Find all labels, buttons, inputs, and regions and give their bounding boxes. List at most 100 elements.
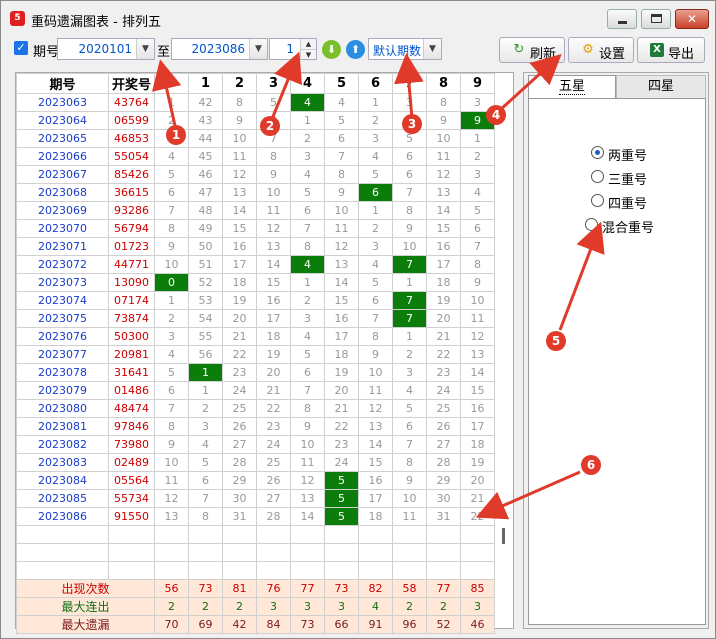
table-row[interactable]: 2023079 01486 6 1 24 21 7 20 11 4 24 15 <box>16 381 495 400</box>
table-row[interactable]: 2023072 44771 10 51 17 14 4 13 4 7 17 8 <box>16 255 495 274</box>
column-header-digit[interactable]: 5 <box>324 73 359 94</box>
draw-number-cell: 01723 <box>108 237 155 256</box>
miss-count-cell: 4 <box>358 147 393 166</box>
column-header-period[interactable]: 期号 <box>16 73 109 94</box>
to-period-select[interactable]: 2023086 ▼ <box>171 38 268 60</box>
scrollbar-thumb[interactable] <box>502 528 505 544</box>
table-row[interactable]: 2023075 73874 2 54 20 17 3 16 7 7 20 11 <box>16 309 495 328</box>
table-row[interactable]: 2023083 02489 10 5 28 25 11 24 15 8 28 19 <box>16 453 495 472</box>
miss-count-cell: 21 <box>222 327 257 346</box>
period-checkbox[interactable]: ✓ <box>14 41 28 55</box>
column-header-digit[interactable]: 9 <box>460 73 495 94</box>
count-stepper[interactable]: 1 ▲ ▼ <box>269 38 317 60</box>
miss-count-cell: 19 <box>426 291 461 310</box>
column-header-digit[interactable]: 8 <box>426 73 461 94</box>
table-row[interactable]: 2023066 55054 4 45 11 8 3 7 4 6 11 2 <box>16 147 495 166</box>
table-row[interactable]: 2023067 85426 5 46 12 9 4 8 5 6 12 3 <box>16 165 495 184</box>
table-row[interactable]: 2023080 48474 7 2 25 22 8 21 12 5 25 16 <box>16 399 495 418</box>
default-period-select[interactable]: 默认期数 ▼ <box>368 38 442 60</box>
table-row[interactable]: 2023081 97846 8 3 26 23 9 22 13 6 26 17 <box>16 417 495 436</box>
hit-cell: 1 <box>188 363 223 382</box>
stats-value: 3 <box>290 597 325 616</box>
column-header-digit[interactable]: 2 <box>222 73 257 94</box>
radio-icon <box>591 194 604 207</box>
miss-count-cell: 55 <box>188 327 223 346</box>
table-row[interactable]: 2023069 93286 7 48 14 11 6 10 1 8 14 5 <box>16 201 495 220</box>
miss-count-cell: 7 <box>392 183 427 202</box>
column-header-digit[interactable]: 4 <box>290 73 325 94</box>
miss-count-cell: 2 <box>358 111 393 130</box>
table-row[interactable]: 2023065 46853 3 44 10 7 2 6 3 5 10 1 <box>16 129 495 148</box>
table-row[interactable]: 2023073 13090 0 52 18 15 1 14 5 1 18 9 <box>16 273 495 292</box>
miss-chart-grid[interactable]: 期号 开奖号 0 1 2 3 4 5 6 7 8 9 2023063 43764 1 42 8 5 4 4 1 3 8 3 2… <box>15 72 514 634</box>
stats-value: 2 <box>222 597 257 616</box>
column-header-digit[interactable]: 0 <box>154 73 189 94</box>
radio-icon <box>591 170 604 183</box>
draw-number-cell: 07174 <box>108 291 155 310</box>
column-header-digit[interactable]: 3 <box>256 73 291 94</box>
miss-count-cell: 5 <box>392 399 427 418</box>
empty-cell <box>290 561 325 580</box>
table-row[interactable]: 2023077 20981 4 56 22 19 5 18 9 2 22 13 <box>16 345 495 364</box>
table-row[interactable]: 2023063 43764 1 42 8 5 4 4 1 3 8 3 <box>16 93 495 112</box>
miss-count-cell: 2 <box>154 309 189 328</box>
miss-count-cell: 9 <box>324 183 359 202</box>
table-row[interactable]: 2023074 07174 1 53 19 16 2 15 6 7 19 10 <box>16 291 495 310</box>
tab-five-star[interactable]: 五星 <box>528 75 616 99</box>
from-period-select[interactable]: 2020101 ▼ <box>57 38 155 60</box>
miss-count-cell: 19 <box>222 291 257 310</box>
period-cell: 2023084 <box>16 471 109 490</box>
period-label: 期号 <box>33 45 60 60</box>
stats-row: 最大连出 2 2 2 3 3 3 4 2 2 3 <box>16 597 495 616</box>
miss-count-cell: 14 <box>426 201 461 220</box>
chevron-down-icon[interactable]: ▼ <box>249 39 267 59</box>
stepper-down-icon[interactable]: ▼ <box>300 49 316 59</box>
tab-four-star[interactable]: 四星 <box>616 75 706 99</box>
column-header-digit[interactable]: 1 <box>188 73 223 94</box>
column-header-digit[interactable]: 7 <box>392 73 427 94</box>
miss-count-cell: 22 <box>426 345 461 364</box>
down-arrow-button[interactable]: ⬇ <box>322 40 341 59</box>
miss-count-cell: 11 <box>426 147 461 166</box>
empty-cell <box>16 543 109 562</box>
chevron-down-icon[interactable]: ▼ <box>136 39 154 59</box>
export-button[interactable]: X 导出 <box>637 37 705 63</box>
miss-count-cell: 6 <box>290 363 325 382</box>
chevron-down-icon[interactable]: ▼ <box>423 39 441 59</box>
column-header-draw[interactable]: 开奖号 <box>108 73 155 94</box>
table-row[interactable]: 2023071 01723 9 50 16 13 8 12 3 10 16 7 <box>16 237 495 256</box>
close-button[interactable]: ✕ <box>675 9 709 29</box>
miss-count-cell: 46 <box>188 165 223 184</box>
empty-cell <box>154 525 189 544</box>
miss-count-cell: 11 <box>460 309 495 328</box>
table-row[interactable]: 2023086 91550 13 8 31 28 14 5 18 11 31 22 <box>16 507 495 526</box>
table-row[interactable]: 2023078 31641 5 1 23 20 6 19 10 3 23 14 <box>16 363 495 382</box>
maximize-button[interactable] <box>641 9 671 29</box>
miss-count-cell: 11 <box>222 147 257 166</box>
excel-icon: X <box>650 43 664 57</box>
settings-button[interactable]: ⚙ 设置 <box>568 37 634 63</box>
table-row[interactable]: 2023068 36615 6 47 13 10 5 9 6 7 13 4 <box>16 183 495 202</box>
stepper-up-icon[interactable]: ▲ <box>300 39 316 49</box>
miss-count-cell: 8 <box>392 453 427 472</box>
minimize-button[interactable] <box>607 9 637 29</box>
miss-count-cell: 2 <box>188 399 223 418</box>
miss-count-cell: 14 <box>256 255 291 274</box>
table-row[interactable]: 2023085 55734 12 7 30 27 13 5 17 10 30 21 <box>16 489 495 508</box>
miss-count-cell: 5 <box>358 273 393 292</box>
up-arrow-button[interactable]: ⬆ <box>346 40 365 59</box>
stats-label: 最大连出 <box>16 597 155 616</box>
miss-count-cell: 10 <box>154 453 189 472</box>
table-row[interactable]: 2023076 50300 3 55 21 18 4 17 8 1 21 12 <box>16 327 495 346</box>
table-row[interactable]: 2023082 73980 9 4 27 24 10 23 14 7 27 18 <box>16 435 495 454</box>
miss-count-cell: 6 <box>392 147 427 166</box>
table-row[interactable]: 2023070 56794 8 49 15 12 7 11 2 9 15 6 <box>16 219 495 238</box>
table-row[interactable]: 2023064 06599 2 43 9 6 1 5 2 4 9 9 <box>16 111 495 130</box>
column-header-digit[interactable]: 6 <box>358 73 393 94</box>
table-row[interactable]: 2023084 05564 11 6 29 26 12 5 16 9 29 20 <box>16 471 495 490</box>
miss-count-cell: 13 <box>222 183 257 202</box>
miss-count-cell: 3 <box>154 129 189 148</box>
refresh-button[interactable]: ↻ 刷新 <box>499 37 565 63</box>
maximize-icon <box>651 14 662 23</box>
stats-value: 77 <box>426 579 461 598</box>
